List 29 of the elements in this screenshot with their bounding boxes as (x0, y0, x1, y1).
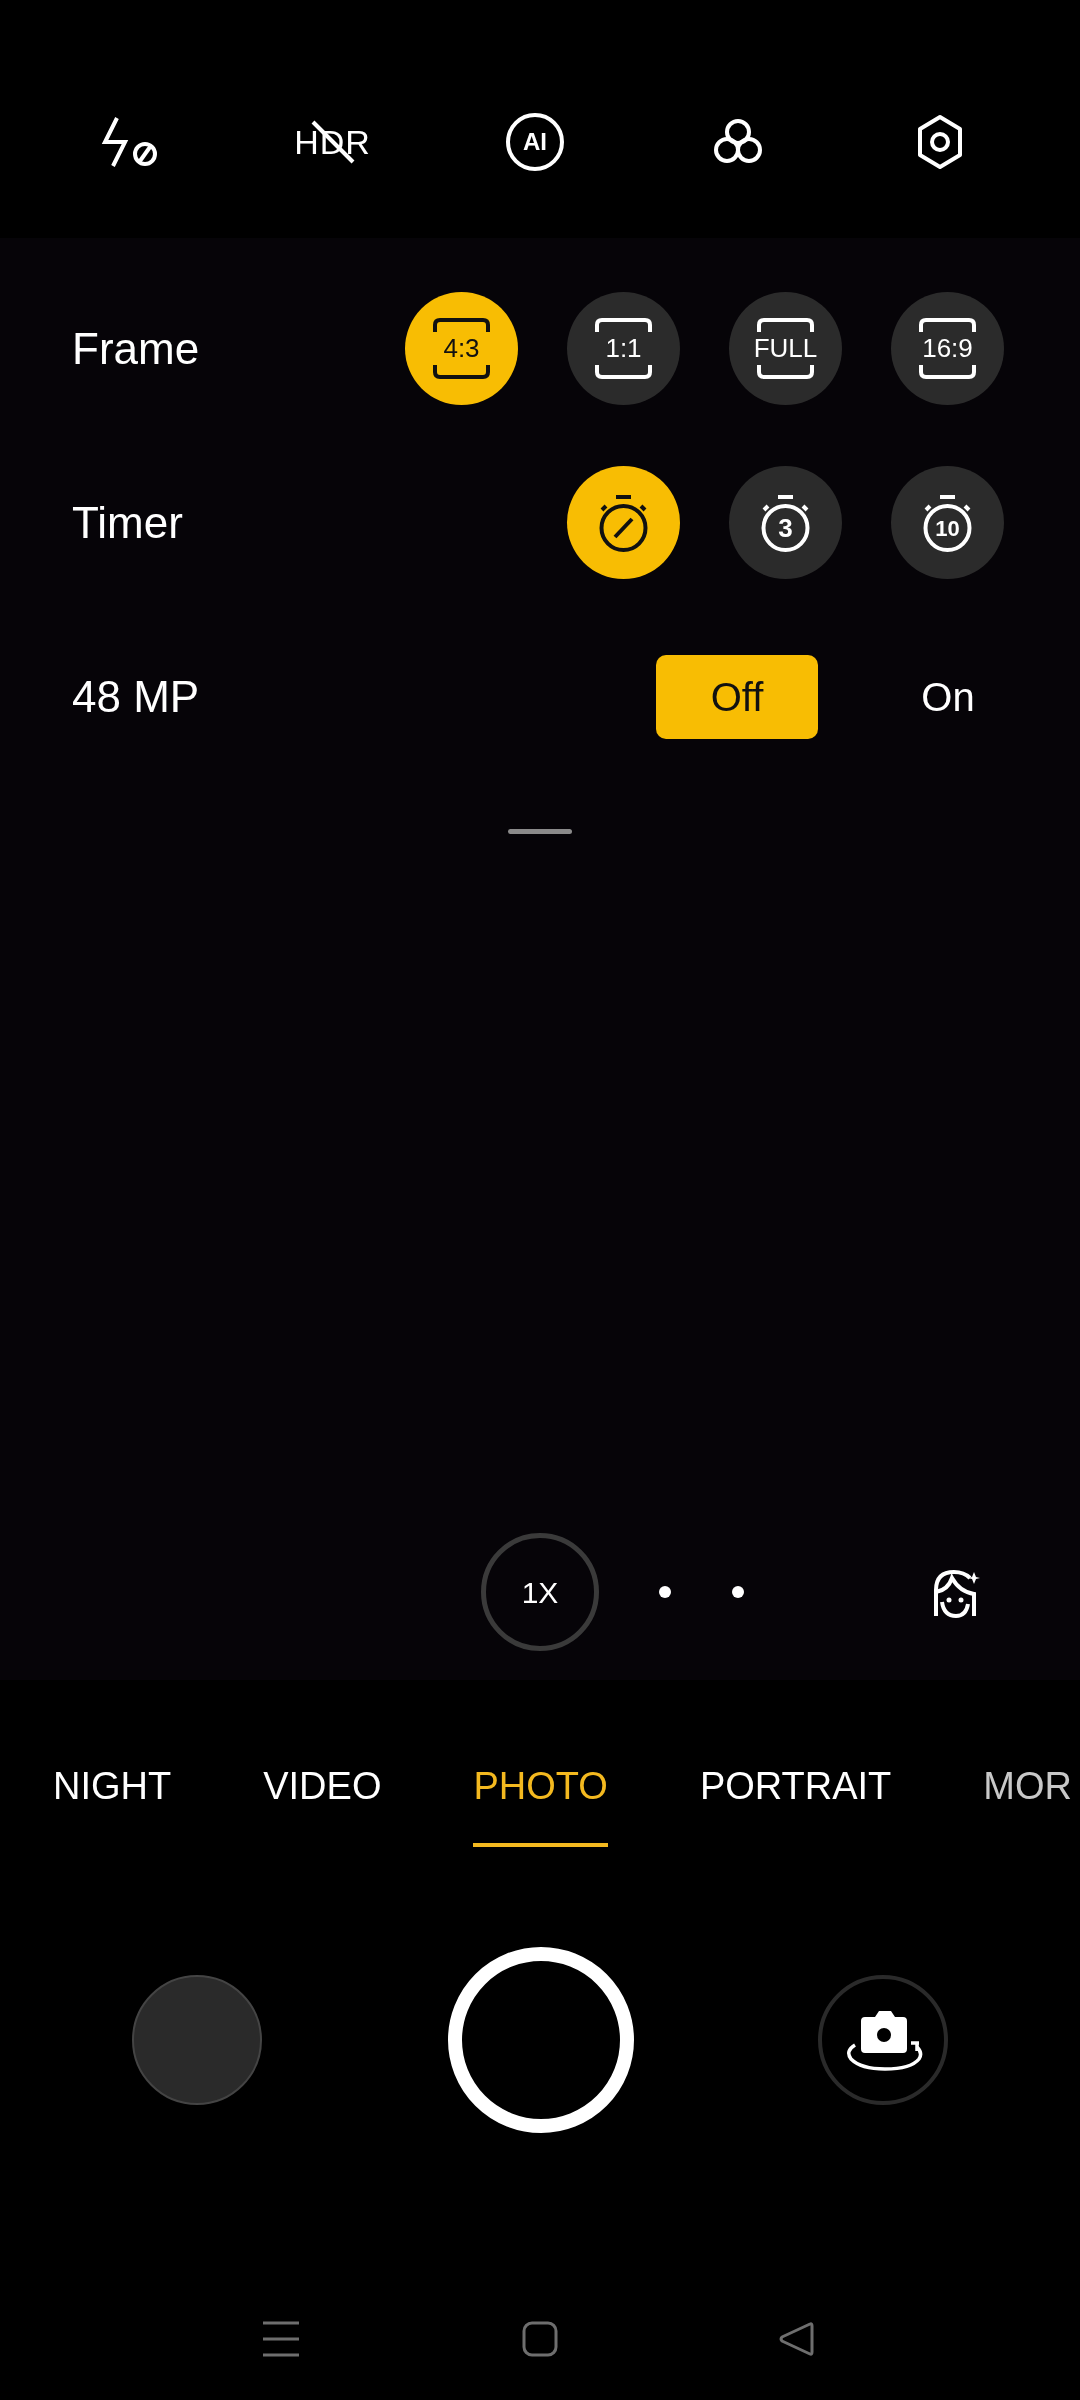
back-button[interactable] (778, 2321, 814, 2357)
menu-button[interactable] (263, 2321, 299, 2357)
setting-label: 48 MP (72, 670, 200, 723)
mode-tab[interactable]: VIDEO (263, 1758, 382, 1847)
setting-label: Timer (72, 496, 183, 549)
square-icon (522, 2321, 558, 2357)
zoom-dot[interactable] (732, 1586, 744, 1598)
toggle-option[interactable]: Off (656, 654, 818, 739)
toggle-option[interactable]: On (867, 654, 1029, 739)
aspect-ratio-option[interactable]: FULL (729, 292, 842, 405)
menu-icon (263, 2321, 299, 2357)
zoom-button[interactable]: 1X (481, 1533, 599, 1651)
switch-camera-button[interactable] (818, 1975, 948, 2105)
aspect-ratio-option[interactable]: 16:9 (891, 292, 1004, 405)
flash-off-icon (101, 116, 159, 168)
aspect-ratio-option[interactable]: 4:3 (405, 292, 518, 405)
aspect-ratio-option[interactable]: 1:1 (567, 292, 680, 405)
mode-tab[interactable]: PORTRAIT (699, 1758, 892, 1847)
mode-tab[interactable]: PHOTO (473, 1758, 608, 1847)
zoom-dot[interactable] (659, 1586, 671, 1598)
ai-button[interactable]: AI (506, 113, 564, 171)
mode-tab[interactable]: NIGHT (53, 1758, 172, 1847)
drag-handle[interactable] (508, 829, 572, 834)
timer-option[interactable]: 3 (729, 466, 842, 579)
mode-tab[interactable]: MOR (983, 1758, 1072, 1847)
back-icon (778, 2321, 814, 2357)
home-button[interactable] (522, 2321, 558, 2357)
setting-label: Frame (72, 322, 200, 375)
timer-option[interactable]: 10 (891, 466, 1004, 579)
